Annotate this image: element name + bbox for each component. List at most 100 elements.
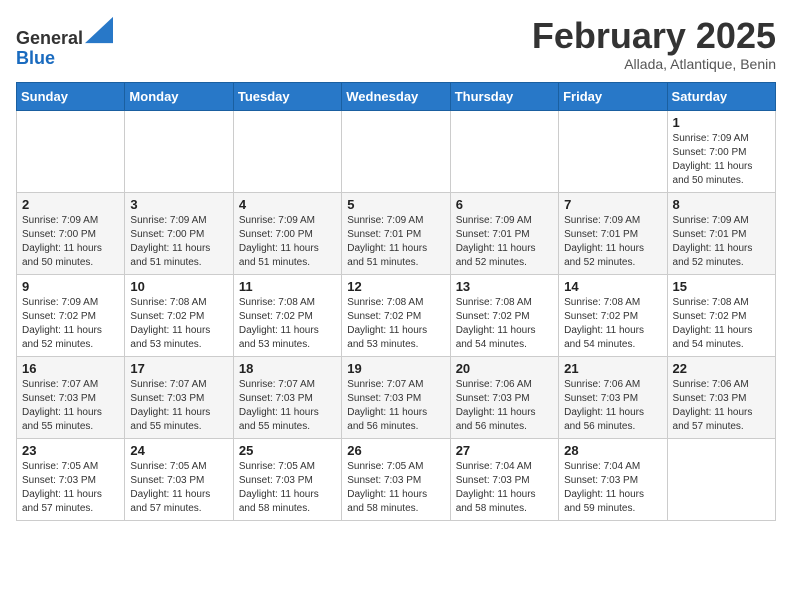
day-number: 20 [456, 361, 553, 376]
calendar-header-row: SundayMondayTuesdayWednesdayThursdayFrid… [17, 82, 776, 110]
title-block: February 2025 Allada, Atlantique, Benin [532, 16, 776, 72]
calendar-cell: 1 Sunrise: 7:09 AM Sunset: 7:00 PM Daylig… [667, 110, 775, 192]
calendar-cell: 21Sunrise: 7:06 AM Sunset: 7:03 PM Dayli… [559, 356, 667, 438]
calendar-cell: 17 Sunrise: 7:07 AM Sunset: 7:03 PM Dayli… [125, 356, 233, 438]
calendar-table: SundayMondayTuesdayWednesdayThursdayFrid… [16, 82, 776, 521]
day-info: Sunrise: 7:09 AM Sunset: 7:00 PM Dayligh… [673, 132, 770, 188]
calendar-cell: 23 Sunrise: 7:05 AM Sunset: 7:03 PM Dayli… [17, 438, 125, 520]
col-header-sunday: Sunday [17, 82, 125, 110]
calendar-cell: 12 Sunrise: 7:08 AM Sunset: 7:02 PM Dayli… [342, 274, 450, 356]
day-info: Sunrise: 7:07 AM Sunset: 7:03 PM Dayligh… [239, 378, 336, 434]
day-number: 2 [22, 197, 119, 212]
calendar-cell: 27 Sunrise: 7:04 AM Sunset: 7:03 PM Dayli… [450, 438, 558, 520]
day-number: 16 [22, 361, 119, 376]
logo-blue-text: Blue [16, 48, 55, 68]
day-info: Sunrise: 7:08 AM Sunset: 7:02 PM Dayligh… [239, 296, 336, 352]
day-info: Sunrise: 7:08 AM Sunset: 7:02 PM Dayligh… [130, 296, 227, 352]
calendar-cell: 15Sunrise: 7:08 AM Sunset: 7:02 PM Dayli… [667, 274, 775, 356]
calendar-cell: 24 Sunrise: 7:05 AM Sunset: 7:03 PM Dayli… [125, 438, 233, 520]
calendar-week-2: 2 Sunrise: 7:09 AM Sunset: 7:00 PM Daylig… [17, 192, 776, 274]
day-number: 8 [673, 197, 770, 212]
day-number: 17 [130, 361, 227, 376]
day-number: 7 [564, 197, 661, 212]
day-info: Sunrise: 7:09 AM Sunset: 7:00 PM Dayligh… [130, 214, 227, 270]
day-number: 13 [456, 279, 553, 294]
day-info: Sunrise: 7:09 AM Sunset: 7:00 PM Dayligh… [22, 214, 119, 270]
calendar-week-3: 9 Sunrise: 7:09 AM Sunset: 7:02 PM Daylig… [17, 274, 776, 356]
calendar-cell: 4 Sunrise: 7:09 AM Sunset: 7:00 PM Daylig… [233, 192, 341, 274]
col-header-tuesday: Tuesday [233, 82, 341, 110]
day-number: 6 [456, 197, 553, 212]
calendar-cell: 18 Sunrise: 7:07 AM Sunset: 7:03 PM Dayli… [233, 356, 341, 438]
col-header-wednesday: Wednesday [342, 82, 450, 110]
day-number: 4 [239, 197, 336, 212]
day-number: 23 [22, 443, 119, 458]
day-info: Sunrise: 7:07 AM Sunset: 7:03 PM Dayligh… [22, 378, 119, 434]
day-info: Sunrise: 7:06 AM Sunset: 7:03 PM Dayligh… [456, 378, 553, 434]
calendar-week-5: 23 Sunrise: 7:05 AM Sunset: 7:03 PM Dayli… [17, 438, 776, 520]
day-info: Sunrise: 7:04 AM Sunset: 7:03 PM Dayligh… [456, 460, 553, 516]
day-number: 3 [130, 197, 227, 212]
logo-general-text: General [16, 28, 83, 48]
calendar-cell: 7 Sunrise: 7:09 AM Sunset: 7:01 PM Daylig… [559, 192, 667, 274]
day-number: 28 [564, 443, 661, 458]
calendar-cell [233, 110, 341, 192]
calendar-cell: 16 Sunrise: 7:07 AM Sunset: 7:03 PM Dayli… [17, 356, 125, 438]
day-info: Sunrise: 7:07 AM Sunset: 7:03 PM Dayligh… [347, 378, 444, 434]
day-info: Sunrise: 7:06 AM Sunset: 7:03 PM Dayligh… [673, 378, 770, 434]
day-info: Sunrise: 7:08 AM Sunset: 7:02 PM Dayligh… [456, 296, 553, 352]
day-info: Sunrise: 7:07 AM Sunset: 7:03 PM Dayligh… [130, 378, 227, 434]
day-number: 11 [239, 279, 336, 294]
calendar-cell: 3 Sunrise: 7:09 AM Sunset: 7:00 PM Daylig… [125, 192, 233, 274]
col-header-saturday: Saturday [667, 82, 775, 110]
day-info: Sunrise: 7:09 AM Sunset: 7:02 PM Dayligh… [22, 296, 119, 352]
day-info: Sunrise: 7:09 AM Sunset: 7:00 PM Dayligh… [239, 214, 336, 270]
day-info: Sunrise: 7:09 AM Sunset: 7:01 PM Dayligh… [564, 214, 661, 270]
day-info: Sunrise: 7:05 AM Sunset: 7:03 PM Dayligh… [347, 460, 444, 516]
calendar-cell: 22 Sunrise: 7:06 AM Sunset: 7:03 PM Dayli… [667, 356, 775, 438]
col-header-monday: Monday [125, 82, 233, 110]
calendar-cell: 9 Sunrise: 7:09 AM Sunset: 7:02 PM Daylig… [17, 274, 125, 356]
calendar-cell: 10 Sunrise: 7:08 AM Sunset: 7:02 PM Dayli… [125, 274, 233, 356]
calendar-cell [342, 110, 450, 192]
calendar-cell: 6 Sunrise: 7:09 AM Sunset: 7:01 PM Daylig… [450, 192, 558, 274]
calendar-cell: 26 Sunrise: 7:05 AM Sunset: 7:03 PM Dayli… [342, 438, 450, 520]
calendar-cell: 28 Sunrise: 7:04 AM Sunset: 7:03 PM Dayli… [559, 438, 667, 520]
day-number: 21 [564, 361, 661, 376]
day-number: 26 [347, 443, 444, 458]
day-number: 22 [673, 361, 770, 376]
logo-icon [85, 16, 113, 44]
calendar-cell [125, 110, 233, 192]
calendar-cell: 2 Sunrise: 7:09 AM Sunset: 7:00 PM Daylig… [17, 192, 125, 274]
day-number: 15 [673, 279, 770, 294]
month-title: February 2025 [532, 16, 776, 56]
calendar-cell: 20 Sunrise: 7:06 AM Sunset: 7:03 PM Dayli… [450, 356, 558, 438]
day-number: 10 [130, 279, 227, 294]
day-info: Sunrise: 7:05 AM Sunset: 7:03 PM Dayligh… [239, 460, 336, 516]
day-number: 14 [564, 279, 661, 294]
calendar-cell: 8 Sunrise: 7:09 AM Sunset: 7:01 PM Daylig… [667, 192, 775, 274]
day-number: 9 [22, 279, 119, 294]
calendar-week-1: 1 Sunrise: 7:09 AM Sunset: 7:00 PM Daylig… [17, 110, 776, 192]
day-number: 25 [239, 443, 336, 458]
calendar-cell: 25 Sunrise: 7:05 AM Sunset: 7:03 PM Dayli… [233, 438, 341, 520]
calendar-cell: 19Sunrise: 7:07 AM Sunset: 7:03 PM Dayli… [342, 356, 450, 438]
day-number: 18 [239, 361, 336, 376]
day-info: Sunrise: 7:09 AM Sunset: 7:01 PM Dayligh… [456, 214, 553, 270]
day-info: Sunrise: 7:04 AM Sunset: 7:03 PM Dayligh… [564, 460, 661, 516]
calendar-cell: 14 Sunrise: 7:08 AM Sunset: 7:02 PM Dayli… [559, 274, 667, 356]
day-number: 5 [347, 197, 444, 212]
day-number: 12 [347, 279, 444, 294]
day-info: Sunrise: 7:08 AM Sunset: 7:02 PM Dayligh… [347, 296, 444, 352]
day-number: 1 [673, 115, 770, 130]
calendar-cell [450, 110, 558, 192]
day-number: 27 [456, 443, 553, 458]
day-info: Sunrise: 7:09 AM Sunset: 7:01 PM Dayligh… [673, 214, 770, 270]
calendar-cell: 13 Sunrise: 7:08 AM Sunset: 7:02 PM Dayli… [450, 274, 558, 356]
location-subtitle: Allada, Atlantique, Benin [532, 56, 776, 72]
calendar-week-4: 16 Sunrise: 7:07 AM Sunset: 7:03 PM Dayli… [17, 356, 776, 438]
day-number: 24 [130, 443, 227, 458]
day-info: Sunrise: 7:05 AM Sunset: 7:03 PM Dayligh… [22, 460, 119, 516]
day-info: Sunrise: 7:08 AM Sunset: 7:02 PM Dayligh… [564, 296, 661, 352]
day-info: Sunrise: 7:05 AM Sunset: 7:03 PM Dayligh… [130, 460, 227, 516]
